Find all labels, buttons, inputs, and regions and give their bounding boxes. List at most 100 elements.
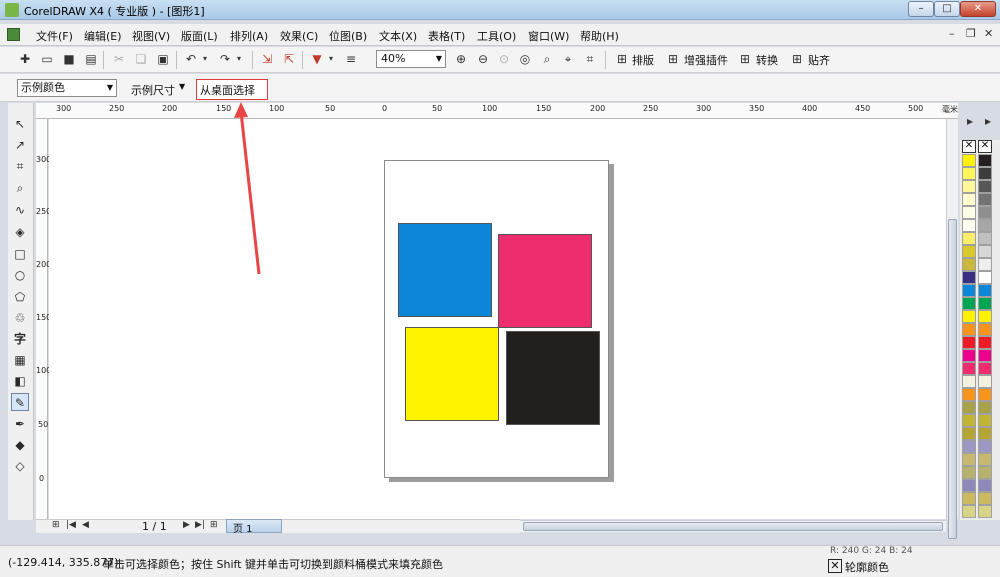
sample-size-label[interactable]: 示例尺寸	[131, 82, 175, 98]
palette-swatch[interactable]	[962, 492, 976, 505]
zoom-out-icon[interactable]: ⊖	[476, 52, 490, 66]
fill-tool-icon[interactable]: ◆	[11, 436, 29, 454]
palette-swatch[interactable]	[978, 284, 992, 297]
close-button[interactable]: ✕	[960, 1, 996, 17]
palette-swatch[interactable]	[978, 258, 992, 271]
vertical-ruler[interactable]: 300 250 200 150 100 50 0	[36, 119, 51, 519]
menu-bitmaps[interactable]: 位图(B)	[329, 28, 367, 44]
mdi-minimize-icon[interactable]: –	[949, 27, 955, 40]
palette-swatch[interactable]	[978, 427, 992, 440]
palette-swatch[interactable]	[978, 453, 992, 466]
pick-tool-icon[interactable]: ↖	[11, 115, 29, 133]
horizontal-ruler[interactable]: 300 250 200 150 100 50 0 50 100 150 200 …	[36, 103, 958, 119]
ellipse-tool-icon[interactable]: ○	[11, 266, 29, 284]
new-document-icon[interactable]: ✚	[18, 52, 32, 66]
palette-swatch[interactable]	[962, 349, 976, 362]
palette-swatch[interactable]	[962, 232, 976, 245]
palette-swatch[interactable]	[978, 375, 992, 388]
palette-swatch[interactable]	[962, 453, 976, 466]
basic-shapes-tool-icon[interactable]: ♲	[11, 309, 29, 327]
palette-swatch[interactable]	[978, 336, 992, 349]
palette-swatch[interactable]	[978, 219, 992, 232]
table-tool-icon[interactable]: ▦	[11, 351, 29, 369]
eyedropper-tool-icon[interactable]: ✎	[11, 393, 29, 411]
redo-dropdown-icon[interactable]: ▾	[232, 52, 246, 66]
mdi-close-icon[interactable]: ✕	[984, 27, 993, 40]
print-icon[interactable]: ▤	[84, 52, 98, 66]
zoom-level-select[interactable]: 40% ▼	[376, 50, 446, 68]
convert-button[interactable]: 转换	[756, 52, 778, 68]
welcome-screen-icon[interactable]: ≡	[344, 52, 358, 66]
palette-swatch[interactable]	[978, 492, 992, 505]
palette-swatch[interactable]	[978, 193, 992, 206]
paste-icon[interactable]: ▣	[156, 52, 170, 66]
menu-layout[interactable]: 版面(L)	[181, 28, 218, 44]
palette-swatch[interactable]	[962, 466, 976, 479]
menu-edit[interactable]: 编辑(E)	[84, 28, 122, 44]
palette-swatch[interactable]	[962, 479, 976, 492]
open-folder-icon[interactable]: ▭	[40, 52, 54, 66]
last-page-icon[interactable]: ▶|	[195, 520, 205, 530]
palette-swatch[interactable]	[978, 245, 992, 258]
menu-help[interactable]: 帮助(H)	[580, 28, 619, 44]
palette-swatch[interactable]	[978, 362, 992, 375]
launcher-dropdown-icon[interactable]: ▾	[324, 52, 338, 66]
previous-page-icon[interactable]: ◀	[82, 520, 89, 530]
chevron-down-icon[interactable]: ▼	[179, 82, 185, 91]
palette-swatch[interactable]	[962, 427, 976, 440]
palette-swatch[interactable]	[978, 479, 992, 492]
crop-tool-icon[interactable]: ⌗	[11, 157, 29, 175]
mdi-restore-icon[interactable]: ❐	[966, 27, 976, 40]
menu-effects[interactable]: 效果(C)	[280, 28, 318, 44]
vertical-scroll-thumb[interactable]	[948, 219, 957, 539]
first-page-icon[interactable]: |◀	[66, 520, 76, 530]
next-page-icon[interactable]: ▶	[183, 520, 190, 530]
palette-swatch[interactable]	[962, 336, 976, 349]
menu-text[interactable]: 文本(X)	[379, 28, 417, 44]
palette-swatch[interactable]	[978, 310, 992, 323]
palette-swatch[interactable]	[978, 297, 992, 310]
black-square[interactable]	[506, 331, 600, 425]
layout-icon[interactable]: ⊞	[615, 52, 629, 66]
menu-arrange[interactable]: 排列(A)	[230, 28, 268, 44]
interactive-blend-tool-icon[interactable]: ◧	[11, 372, 29, 390]
palette-swatch[interactable]	[962, 375, 976, 388]
menu-file[interactable]: 文件(F)	[36, 28, 73, 44]
palette-swatch[interactable]	[962, 310, 976, 323]
palette-swatch[interactable]	[978, 206, 992, 219]
palette-swatch[interactable]	[962, 362, 976, 375]
application-launcher-icon[interactable]: ▼	[310, 52, 324, 66]
palette-swatch[interactable]	[978, 388, 992, 401]
palette-swatch[interactable]	[978, 414, 992, 427]
palette-swatch[interactable]	[962, 154, 976, 167]
horizontal-scrollbar[interactable]	[520, 520, 946, 532]
zoom-width-icon[interactable]: ⌖	[561, 52, 575, 66]
document-page[interactable]	[384, 160, 609, 478]
palette-swatch[interactable]	[962, 388, 976, 401]
palette-swatch[interactable]	[962, 505, 976, 518]
zoom-tool-icon[interactable]: ⌕	[11, 179, 29, 197]
snap-icon[interactable]: ⊞	[790, 52, 804, 66]
freehand-tool-icon[interactable]: ∿	[11, 201, 29, 219]
undo-dropdown-icon[interactable]: ▾	[198, 52, 212, 66]
minimize-button[interactable]: –	[908, 1, 934, 17]
palette-swatch[interactable]	[978, 154, 992, 167]
zoom-selected-icon[interactable]: ⊙	[497, 52, 511, 66]
plugin-icon[interactable]: ⊞	[666, 52, 680, 66]
interactive-fill-tool-icon[interactable]: ◇	[11, 457, 29, 475]
cut-icon[interactable]: ✂	[112, 52, 126, 66]
menu-tools[interactable]: 工具(O)	[477, 28, 516, 44]
undo-icon[interactable]: ↶	[184, 52, 198, 66]
menu-table[interactable]: 表格(T)	[428, 28, 465, 44]
no-fill-swatch[interactable]: ✕	[962, 140, 976, 153]
outline-pen-tool-icon[interactable]: ✒	[11, 415, 29, 433]
import-icon[interactable]: ⇲	[260, 52, 274, 66]
layout-button[interactable]: 排版	[632, 52, 654, 68]
vertical-scrollbar[interactable]	[946, 119, 958, 539]
palette-swatch[interactable]	[978, 323, 992, 336]
enhance-plugin-button[interactable]: 增强插件	[684, 52, 728, 68]
text-tool-icon[interactable]: 字	[11, 330, 29, 348]
rectangle-tool-icon[interactable]: □	[11, 245, 29, 263]
sample-color-select[interactable]: 示例颜色 ▼	[17, 79, 117, 97]
palette-swatch[interactable]	[962, 440, 976, 453]
